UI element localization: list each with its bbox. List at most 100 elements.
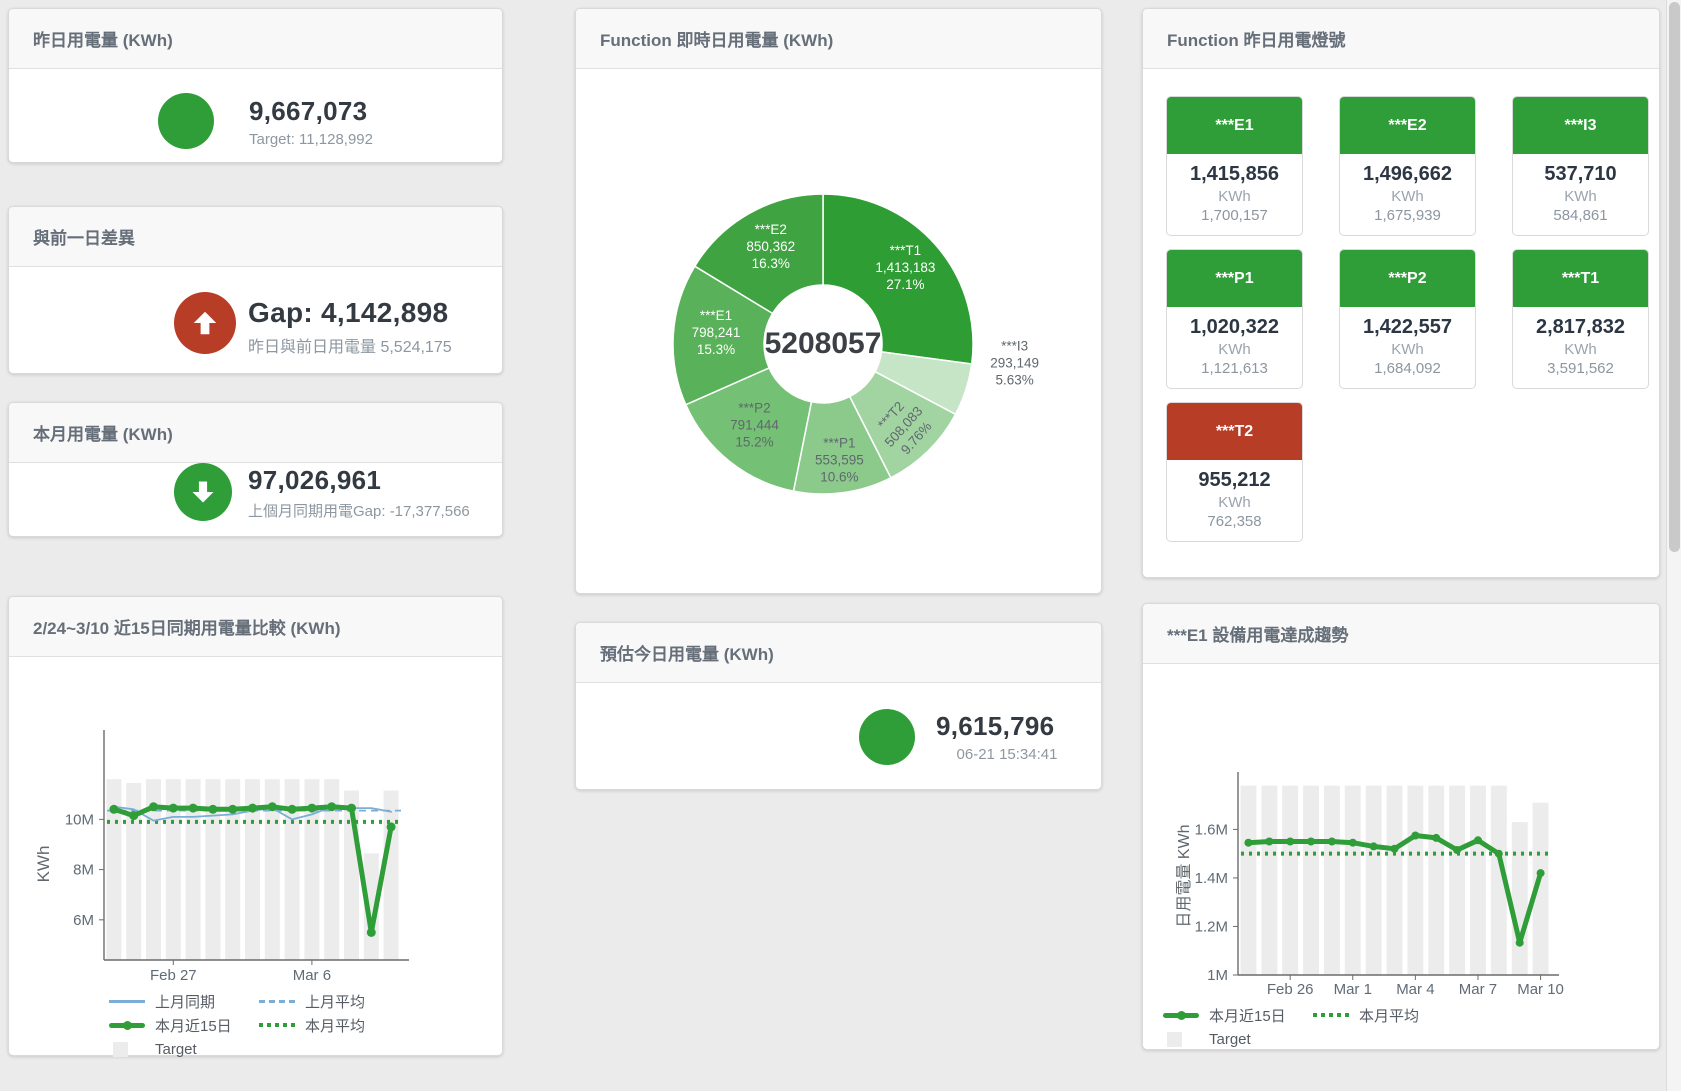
svg-text:850,362: 850,362 [746,239,795,254]
tile-status-header: ***P2 [1340,250,1475,307]
data-point [169,804,178,813]
arrow-up-icon [190,308,220,338]
legend-label: 上月同期 [155,991,215,1012]
device-tile[interactable]: ***T12,817,832KWh3,591,562 [1512,249,1649,389]
device-tile[interactable]: ***I3 537,710 KWh 584,861 [1512,96,1649,236]
estimate-timestamp: 06-21 15:34:41 [936,746,1078,763]
legend-item[interactable]: 本月平均 [259,1013,409,1037]
stat-block: 9,615,796 06-21 15:34:41 [936,711,1078,763]
legend-item[interactable]: 上月同期 [109,989,259,1013]
thick-green-swatch-icon [1163,1006,1199,1024]
tile-value: 1,496,662 [1340,163,1475,186]
e1trend-chart-area[interactable]: 1M1.2M1.4M1.6MFeb 26Mar 1Mar 4Mar 7Mar 1… [1143,667,1661,1006]
device-tile[interactable]: ***P21,422,557KWh1,684,092 [1339,249,1476,389]
data-point [288,805,297,814]
svg-text:***P2: ***P2 [738,400,770,415]
svg-text:5.63%: 5.63% [995,373,1033,388]
tile-unit: KWh [1340,188,1475,205]
data-point [228,805,237,814]
dot-green-swatch-icon [259,1016,295,1034]
data-point [1349,839,1357,847]
data-point [1495,850,1503,858]
stat-block: Gap: 4,142,898 昨日與前日用電量 5,524,175 [248,297,452,357]
svg-text:16.3%: 16.3% [752,256,790,271]
data-point [189,804,198,813]
device-tile[interactable]: ***E11,415,856KWh1,700,157 [1166,96,1303,236]
tile-target-value: 1,684,092 [1340,360,1475,377]
scrollbar-thumb[interactable] [1669,2,1680,552]
data-point [1328,838,1336,846]
target-bar [1345,786,1361,975]
target-bar [1366,786,1382,975]
tile-status-header: ***E2 [1340,97,1475,154]
y-tick-label: 8M [73,862,94,879]
scrollbar[interactable] [1666,0,1681,1091]
legend-item[interactable]: 本月近15日 [1163,1003,1313,1027]
target-bar [1387,786,1403,975]
y-tick-label: 1M [1207,967,1228,984]
tile-unit: KWh [1513,188,1648,205]
data-point [1370,842,1378,850]
line-blue-swatch-icon [109,992,145,1010]
tile-target-value: 584,861 [1513,207,1648,224]
legend-item[interactable]: Target [109,1037,259,1061]
x-tick-label: Feb 26 [1267,981,1314,998]
legend-item[interactable]: 上月平均 [259,989,409,1013]
y-axis-title: KWh [34,846,53,883]
svg-text:***T1: ***T1 [890,243,922,258]
device-tile[interactable]: ***P11,020,322KWh1,121,613 [1166,249,1303,389]
x-tick-label: Mar 10 [1517,981,1564,998]
tile-status-header: ***I3 [1513,97,1648,154]
target-bar [1407,786,1423,975]
realtime-donut-chart-area[interactable]: ***T11,413,18327.1%***I3293,1495.63%***T… [576,69,1103,574]
tile-value: 955,212 [1167,469,1302,492]
device-tile[interactable]: ***E21,496,662KWh1,675,939 [1339,96,1476,236]
data-point [347,804,356,813]
data-point [1474,836,1482,844]
panel-title: 與前一日差異 [9,207,502,267]
legend-label: 上月平均 [305,991,365,1012]
data-point [109,805,118,814]
tile-value: 537,710 [1513,163,1648,186]
legend-item[interactable]: 本月平均 [1313,1003,1463,1027]
compare15-chart-area[interactable]: 6M8M10MFeb 27Mar 6KWh [9,659,504,992]
device-tile[interactable]: ***T2955,212KWh762,358 [1166,402,1303,542]
svg-text:***E2: ***E2 [755,222,787,237]
svg-text:15.3%: 15.3% [697,342,735,357]
svg-text:791,444: 791,444 [730,417,779,432]
svg-text:293,149: 293,149 [990,356,1039,371]
tile-value: 2,817,832 [1513,316,1648,339]
data-point [1265,838,1273,846]
svg-text:***E1: ***E1 [700,308,732,323]
panel-title: Function 即時日用電量 (KWh) [576,9,1101,69]
stat-block: 9,667,073 Target: 11,128,992 [249,96,373,148]
data-point [1411,832,1419,840]
tile-target-value: 762,358 [1167,513,1302,530]
svg-text:***P1: ***P1 [823,435,855,450]
y-tick-label: 6M [73,912,94,929]
legend-item[interactable]: 本月近15日 [109,1013,259,1037]
svg-text:798,241: 798,241 [692,325,741,340]
target-bar [1428,786,1444,975]
tile-unit: KWh [1167,188,1302,205]
panel-title: 昨日用電量 (KWh) [9,9,502,69]
svg-text:15.2%: 15.2% [735,434,773,449]
y-tick-label: 1.2M [1195,918,1228,935]
month-down-indicator [174,463,232,521]
data-point [307,804,316,813]
tile-target-value: 1,700,157 [1167,207,1302,224]
legend-item[interactable]: Target [1163,1027,1313,1051]
thick-green-swatch-icon [109,1016,145,1034]
data-point [1286,838,1294,846]
yesterday-value: 9,667,073 [249,96,373,127]
legend-label: Target [155,1041,197,1058]
panel-title: Function 昨日用電燈號 [1143,9,1659,69]
svg-text:1,413,183: 1,413,183 [875,260,935,275]
tile-status-header: ***E1 [1167,97,1302,154]
panel-15day-compare: 2/24~3/10 近15日同期用電量比較 (KWh) 6M8M10MFeb 2… [8,596,503,1056]
compare15-legend: 上月同期 上月平均本月近15日本月平均 Target [109,989,429,1061]
gap-value: Gap: 4,142,898 [248,297,452,329]
data-point [387,822,396,831]
tile-target-value: 1,121,613 [1167,360,1302,377]
panel-month-usage: 本月用電量 (KWh) 97,026,961 上個月同期用電Gap: -17,3… [8,402,503,537]
